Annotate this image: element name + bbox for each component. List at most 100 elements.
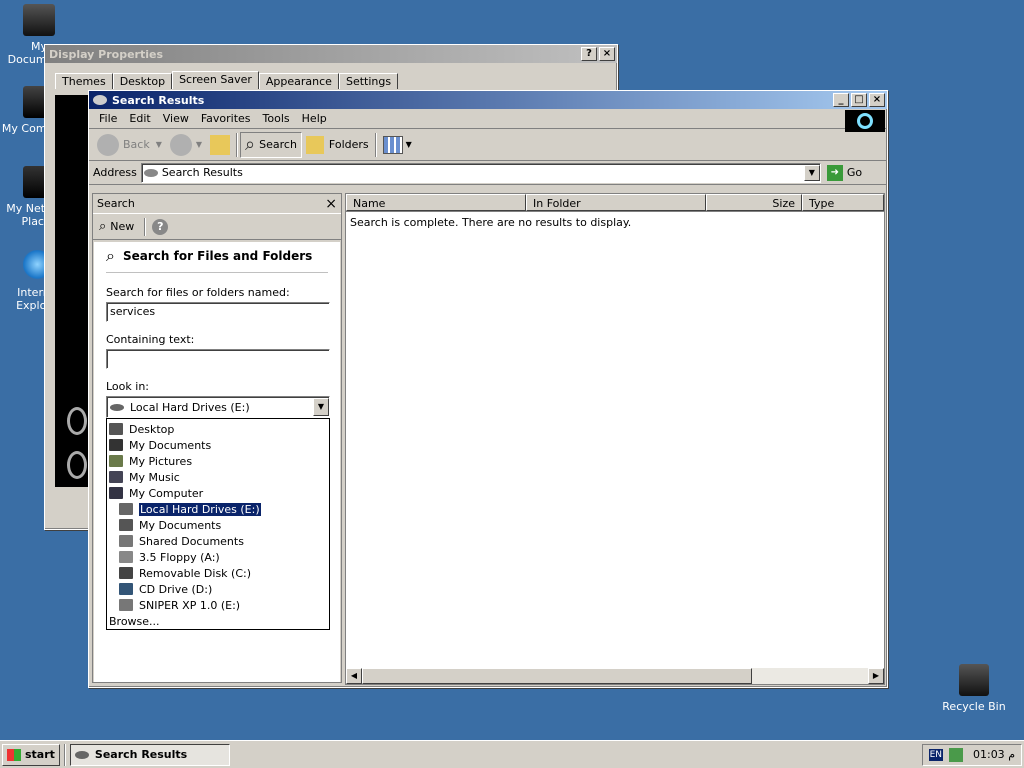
taskbar-button-search-results[interactable]: Search Results [69,743,230,766]
look-in-dropdown-list: Desktop My Documents My Pictures My Music My… [106,418,330,630]
search-pane-header: Search × [93,194,341,214]
back-button[interactable]: Back ▼ [93,132,166,158]
go-label: Go [846,166,863,179]
display-properties-titlebar[interactable]: Display Properties ? × [45,45,617,63]
scroll-left-button[interactable]: ◀ [346,668,362,684]
column-header-name[interactable]: Name [346,194,526,211]
address-field[interactable]: Search Results ▼ [140,162,821,183]
address-dropdown-button[interactable]: ▼ [803,164,820,181]
preview-logo [67,407,87,435]
window-title: Display Properties [49,47,164,61]
search-pane-title: Search [97,197,135,210]
dropdown-arrow-icon: ▼ [405,140,412,149]
location-icon [119,551,133,563]
search-name-input[interactable]: services [106,302,330,322]
dropdown-option[interactable]: SNIPER XP 1.0 (E:) [109,597,329,613]
column-header-in-folder[interactable]: In Folder [526,194,706,211]
horizontal-scrollbar[interactable]: ◀ ▶ [346,668,884,684]
back-arrow-icon [97,133,119,156]
browse-option[interactable]: Browse... [109,613,329,629]
folders-button[interactable]: Folders [302,132,373,158]
search-label: Search [259,138,297,151]
search-heading-text: Search for Files and Folders [122,249,313,263]
results-pane: Name In Folder Size Type Search is compl… [345,193,885,685]
help-button[interactable]: ? [152,218,169,235]
new-search-button[interactable]: ⌕ New [99,219,134,234]
windows-flag-icon [7,748,21,761]
search-button[interactable]: ⌕ Search [240,131,302,158]
dropdown-option[interactable]: My Computer [109,485,329,501]
column-header-type[interactable]: Type [802,194,884,211]
column-header-size[interactable]: Size [706,194,802,211]
language-indicator[interactable]: EN [928,748,943,761]
dropdown-arrow-icon: ▼ [155,140,162,149]
dropdown-option[interactable]: My Documents [109,517,329,533]
minimize-button[interactable]: _ [833,93,849,107]
dropdown-option[interactable]: My Documents [109,437,329,453]
network-tray-icon[interactable] [948,747,963,762]
recycle-bin-icon [959,664,989,696]
menu-favorites[interactable]: Favorites [195,110,257,127]
start-button[interactable]: start [2,743,60,766]
location-icon [109,471,123,483]
hard-drive-icon [110,403,124,411]
look-in-dropdown-button[interactable]: ▼ [313,398,329,416]
desktop-icon-recycle-bin[interactable]: Recycle Bin [935,664,1013,713]
dropdown-option[interactable]: Shared Documents [109,533,329,549]
menu-edit[interactable]: Edit [123,110,156,127]
forward-button[interactable]: ▼ [166,132,206,158]
go-button[interactable]: ➜ Go [826,164,863,181]
containing-text-input[interactable] [106,349,330,369]
search-icon: ⌕ [245,134,256,155]
scroll-right-button[interactable]: ▶ [868,668,884,684]
menu-help[interactable]: Help [296,110,333,127]
name-label: Search for files or folders named: [106,286,290,299]
toolbar-separator [236,132,239,157]
new-search-label: New [110,220,135,233]
scroll-thumb[interactable] [362,668,752,684]
dropdown-option[interactable]: Local Hard Drives (E:) [109,501,329,517]
tab-screen-saver[interactable]: Screen Saver [172,71,259,89]
look-in-label: Look in: [106,380,149,393]
folders-label: Folders [328,138,369,151]
close-button[interactable]: × [599,47,615,61]
look-in-value: Local Hard Drives (E:) [130,400,250,414]
dropdown-arrow-icon: ▼ [195,140,203,149]
dropdown-option[interactable]: My Pictures [109,453,329,469]
close-button[interactable]: × [869,93,885,107]
desktop-icon-label: Recycle Bin [942,700,1006,713]
dropdown-option-label: My Computer [129,486,204,500]
up-folder-button[interactable] [206,132,234,158]
go-arrow-icon: ➜ [826,164,843,181]
dropdown-option-label: My Pictures [129,454,193,468]
dropdown-option[interactable]: My Music [109,469,329,485]
back-label: Back [123,138,150,151]
dropdown-option-label: CD Drive (D:) [139,582,213,596]
help-button[interactable]: ? [581,47,597,61]
clock[interactable]: 01:03 م [973,748,1015,761]
tab-appearance[interactable]: Appearance [258,73,339,89]
dropdown-option[interactable]: 3.5 Floppy (A:) [109,549,329,565]
tab-settings[interactable]: Settings [338,73,399,89]
search-pane-close-button[interactable]: × [325,196,341,212]
search-pane-toolbar: ⌕ New ? [93,214,341,240]
dropdown-option-label: My Music [129,470,180,484]
dropdown-option[interactable]: CD Drive (D:) [109,581,329,597]
maximize-button[interactable]: □ [851,93,867,107]
dropdown-option[interactable]: Removable Disk (C:) [109,565,329,581]
dropdown-option[interactable]: Desktop [109,421,329,437]
menu-file[interactable]: File [93,110,123,127]
tab-desktop[interactable]: Desktop [112,73,173,89]
search-window-icon [93,95,107,105]
menu-view[interactable]: View [157,110,195,127]
tab-themes[interactable]: Themes [55,73,113,89]
search-magnifier-icon: ⌕ [106,246,115,265]
search-results-icon [143,168,158,177]
window-title: Search Results [112,93,205,107]
menu-tools[interactable]: Tools [257,110,296,127]
look-in-select[interactable]: Local Hard Drives (E:) ▼ [106,396,330,418]
views-button[interactable]: ▼ [379,132,416,158]
search-results-titlebar[interactable]: Search Results _ □ × [89,91,887,109]
location-icon [119,519,133,531]
system-tray: EN 01:03 م [921,743,1022,766]
